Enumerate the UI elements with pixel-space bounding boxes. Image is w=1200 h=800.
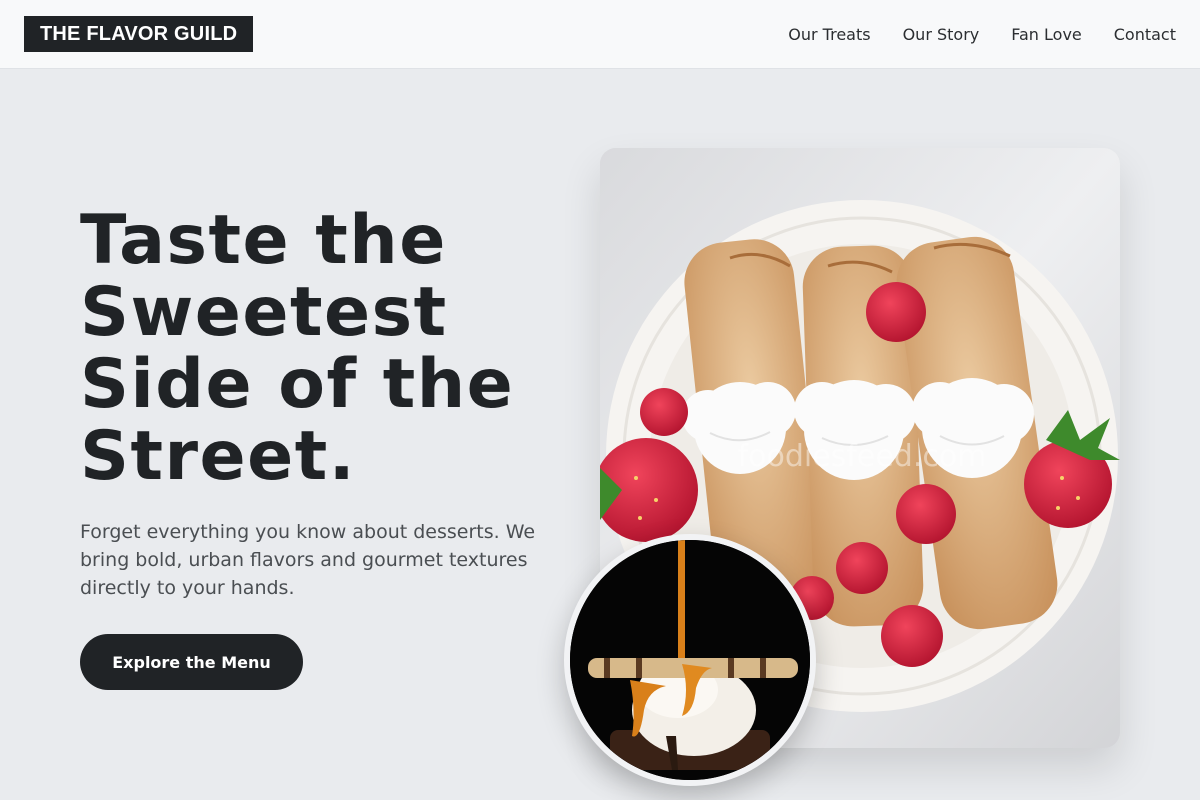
hero-subtitle: Forget everything you know about dessert… bbox=[80, 521, 536, 599]
main-nav: Our Treats Our Story Fan Love Contact bbox=[788, 0, 1176, 68]
brand-logo[interactable]: THE FLAVOR GUILD bbox=[24, 16, 254, 52]
nav-link-contact[interactable]: Contact bbox=[1114, 25, 1176, 44]
ice-cream-inset-image bbox=[564, 534, 816, 786]
site-header: THE FLAVOR GUILD Our Treats Our Story Fa… bbox=[0, 0, 1200, 69]
nav-link-our-treats[interactable]: Our Treats bbox=[788, 25, 870, 44]
ice-cream-illustration bbox=[570, 540, 810, 780]
explore-menu-button[interactable]: Explore the Menu bbox=[80, 634, 303, 690]
hero-title: Taste the Sweetest Side of the Street. bbox=[80, 201, 515, 496]
watermark-text: foodiesfeed.com bbox=[738, 439, 987, 474]
nav-link-our-story[interactable]: Our Story bbox=[903, 25, 980, 44]
nav-link-fan-love[interactable]: Fan Love bbox=[1011, 25, 1082, 44]
